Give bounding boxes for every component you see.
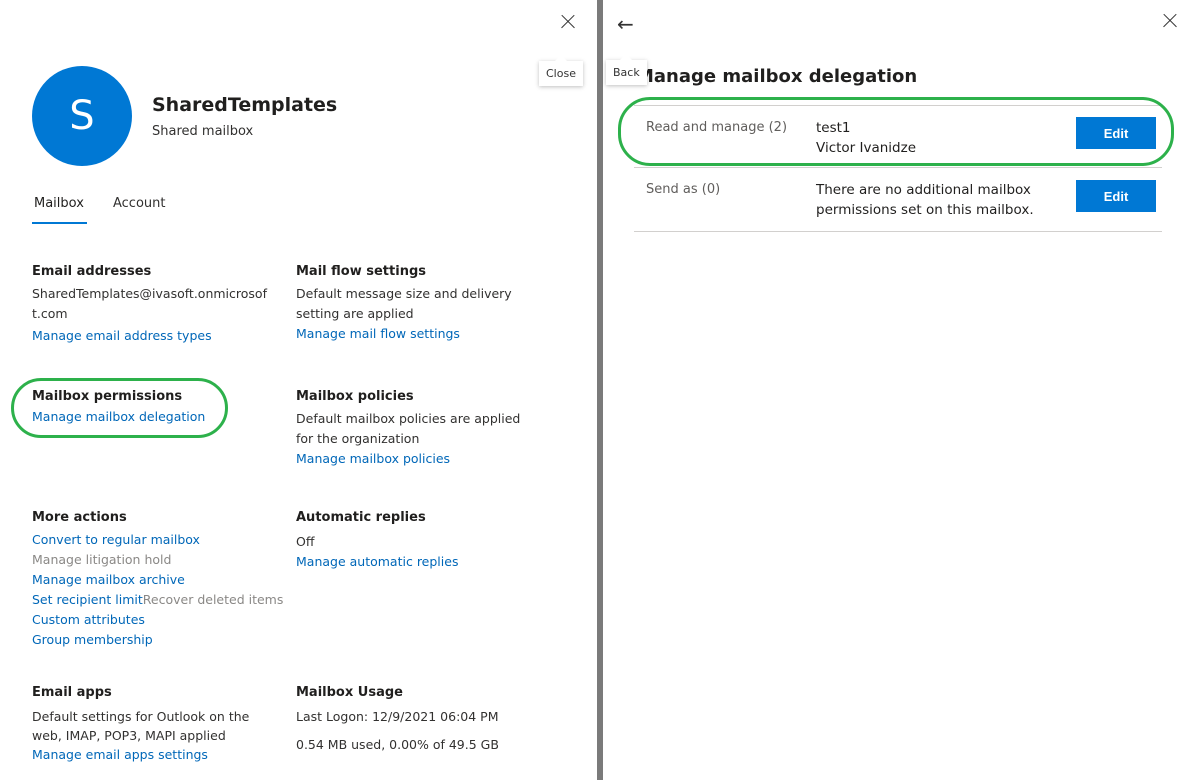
manage-mailbox-delegation-link[interactable]: Manage mailbox delegation [32,407,277,427]
convert-to-regular-mailbox-link[interactable]: Convert to regular mailbox [32,530,292,550]
custom-attributes-link[interactable]: Custom attributes [32,610,292,630]
back-arrow-icon[interactable]: ← [617,12,634,36]
tab-mailbox[interactable]: Mailbox [34,196,84,211]
email-apps-section: Email apps Default settings for Outlook … [32,683,262,765]
section-title: Mailbox Usage [296,685,403,700]
email-address: SharedTemplates@ivasoft.onmicrosoft.com [32,286,267,321]
back-tooltip: Back [606,54,647,85]
section-title: Email addresses [32,264,152,279]
section-title: Automatic replies [296,510,426,525]
avatar: S [32,66,132,166]
edit-send-as-button[interactable]: Edit [1076,180,1156,212]
manage-litigation-hold-link: Manage litigation hold [32,552,172,567]
mailbox-details-panel: Close S SharedTemplates Shared mailbox M… [0,0,597,780]
group-membership-link[interactable]: Group membership [32,630,292,650]
email-addresses-section: Email addresses SharedTemplates@ivasoft.… [32,262,277,346]
manage-mailbox-policies-link[interactable]: Manage mailbox policies [296,449,541,469]
close-icon[interactable] [1163,14,1177,28]
last-logon: Last Logon: 12/9/2021 06:04 PM [296,709,499,724]
table-row: Send as (0) There are no additional mail… [634,168,1162,232]
more-actions-section: More actions Convert to regular mailbox … [32,508,292,650]
section-title: Mailbox permissions [32,389,183,404]
page-title: Manage mailbox delegation [636,66,918,87]
manage-mail-flow-link[interactable]: Manage mail flow settings [296,324,541,344]
recover-deleted-items-link: Recover deleted items [142,592,284,607]
manage-email-apps-link[interactable]: Manage email apps settings [32,745,262,765]
mail-flow-section: Mail flow settings Default message size … [296,262,541,344]
mailbox-policies-section: Mailbox policies Default mailbox policie… [296,387,541,469]
close-tooltip: Close [539,55,583,86]
mailbox-usage: 0.54 MB used, 0.00% of 49.5 GB [296,737,499,752]
auto-reply-status: Off [296,534,315,549]
section-title: Mail flow settings [296,264,426,279]
section-text: Default message size and delivery settin… [296,286,512,321]
close-icon[interactable] [561,15,575,29]
set-recipient-limit-link[interactable]: Set recipient limit [32,592,143,607]
highlight-oval [618,97,1174,166]
automatic-replies-section: Automatic replies Off Manage automatic r… [296,508,541,572]
section-title: Mailbox policies [296,389,414,404]
tab-account[interactable]: Account [113,196,166,211]
permission-values: There are no additional mailbox permissi… [816,182,1034,218]
active-tab-indicator [32,222,87,224]
mailbox-permissions-section: Mailbox permissions Manage mailbox deleg… [32,387,277,427]
mailbox-type: Shared mailbox [152,124,254,139]
permission-label: Send as (0) [646,182,721,197]
section-title: Email apps [32,685,112,700]
manage-email-address-types-link[interactable]: Manage email address types [32,326,277,346]
mailbox-name: SharedTemplates [152,94,338,116]
mailbox-usage-section: Mailbox Usage Last Logon: 12/9/2021 06:0… [296,683,541,755]
section-text: Default mailbox policies are applied for… [296,411,521,446]
manage-mailbox-archive-link[interactable]: Manage mailbox archive [32,570,292,590]
section-text: Default settings for Outlook on the web,… [32,709,250,743]
manage-automatic-replies-link[interactable]: Manage automatic replies [296,552,541,572]
section-title: More actions [32,510,127,525]
